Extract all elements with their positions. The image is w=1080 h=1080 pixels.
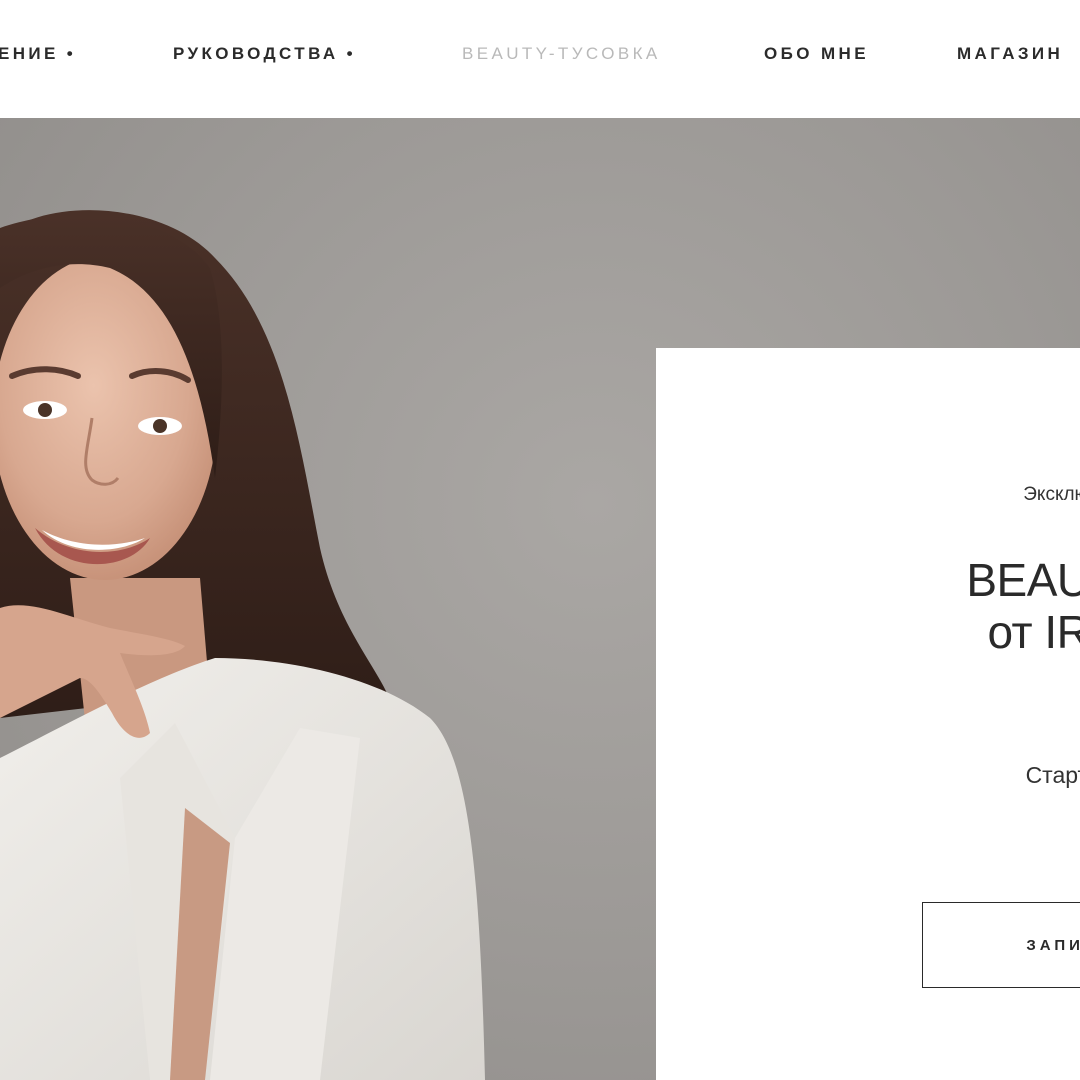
nav-item-label: ОБО МНЕ xyxy=(764,44,869,63)
nav-item-label: МАГАЗИН xyxy=(957,44,1064,63)
nav-item-shop[interactable]: МАГАЗИН xyxy=(957,44,1063,64)
promo-card: Эксклюзивн BEAUTY-Т от IRINA Старт 5.0 З… xyxy=(656,348,1080,1080)
nav-item-guides[interactable]: РУКОВОДСТВА • xyxy=(173,44,356,64)
promo-eyebrow: Эксклюзивн xyxy=(1023,484,1080,505)
dropdown-dot-icon: • xyxy=(346,44,356,63)
nav-item-label: РУКОВОДСТВА xyxy=(173,44,339,63)
top-navigation: ЕНИЕ • РУКОВОДСТВА • BEAUTY-ТУСОВКА ОБО МН… xyxy=(0,0,1080,118)
nav-item-beauty-party[interactable]: BEAUTY-ТУСОВКА xyxy=(462,44,661,64)
nav-item-label: BEAUTY-ТУСОВКА xyxy=(462,44,661,63)
promo-start-date: Старт 5.0 xyxy=(1025,762,1080,788)
nav-item-education[interactable]: ЕНИЕ • xyxy=(0,44,76,64)
promo-title: BEAUTY-Т от IRINA xyxy=(656,554,1080,658)
signup-button[interactable]: ЗАПИСАТ xyxy=(922,902,1080,988)
nav-item-about[interactable]: ОБО МНЕ xyxy=(764,44,869,64)
promo-title-line-2: от IRINA xyxy=(987,606,1080,658)
promo-title-line-1: BEAUTY-Т xyxy=(966,554,1080,606)
hero-section: Эксклюзивн BEAUTY-Т от IRINA Старт 5.0 З… xyxy=(0,118,1080,1080)
nav-item-label: ЕНИЕ xyxy=(0,44,59,63)
dropdown-dot-icon: • xyxy=(66,44,77,63)
